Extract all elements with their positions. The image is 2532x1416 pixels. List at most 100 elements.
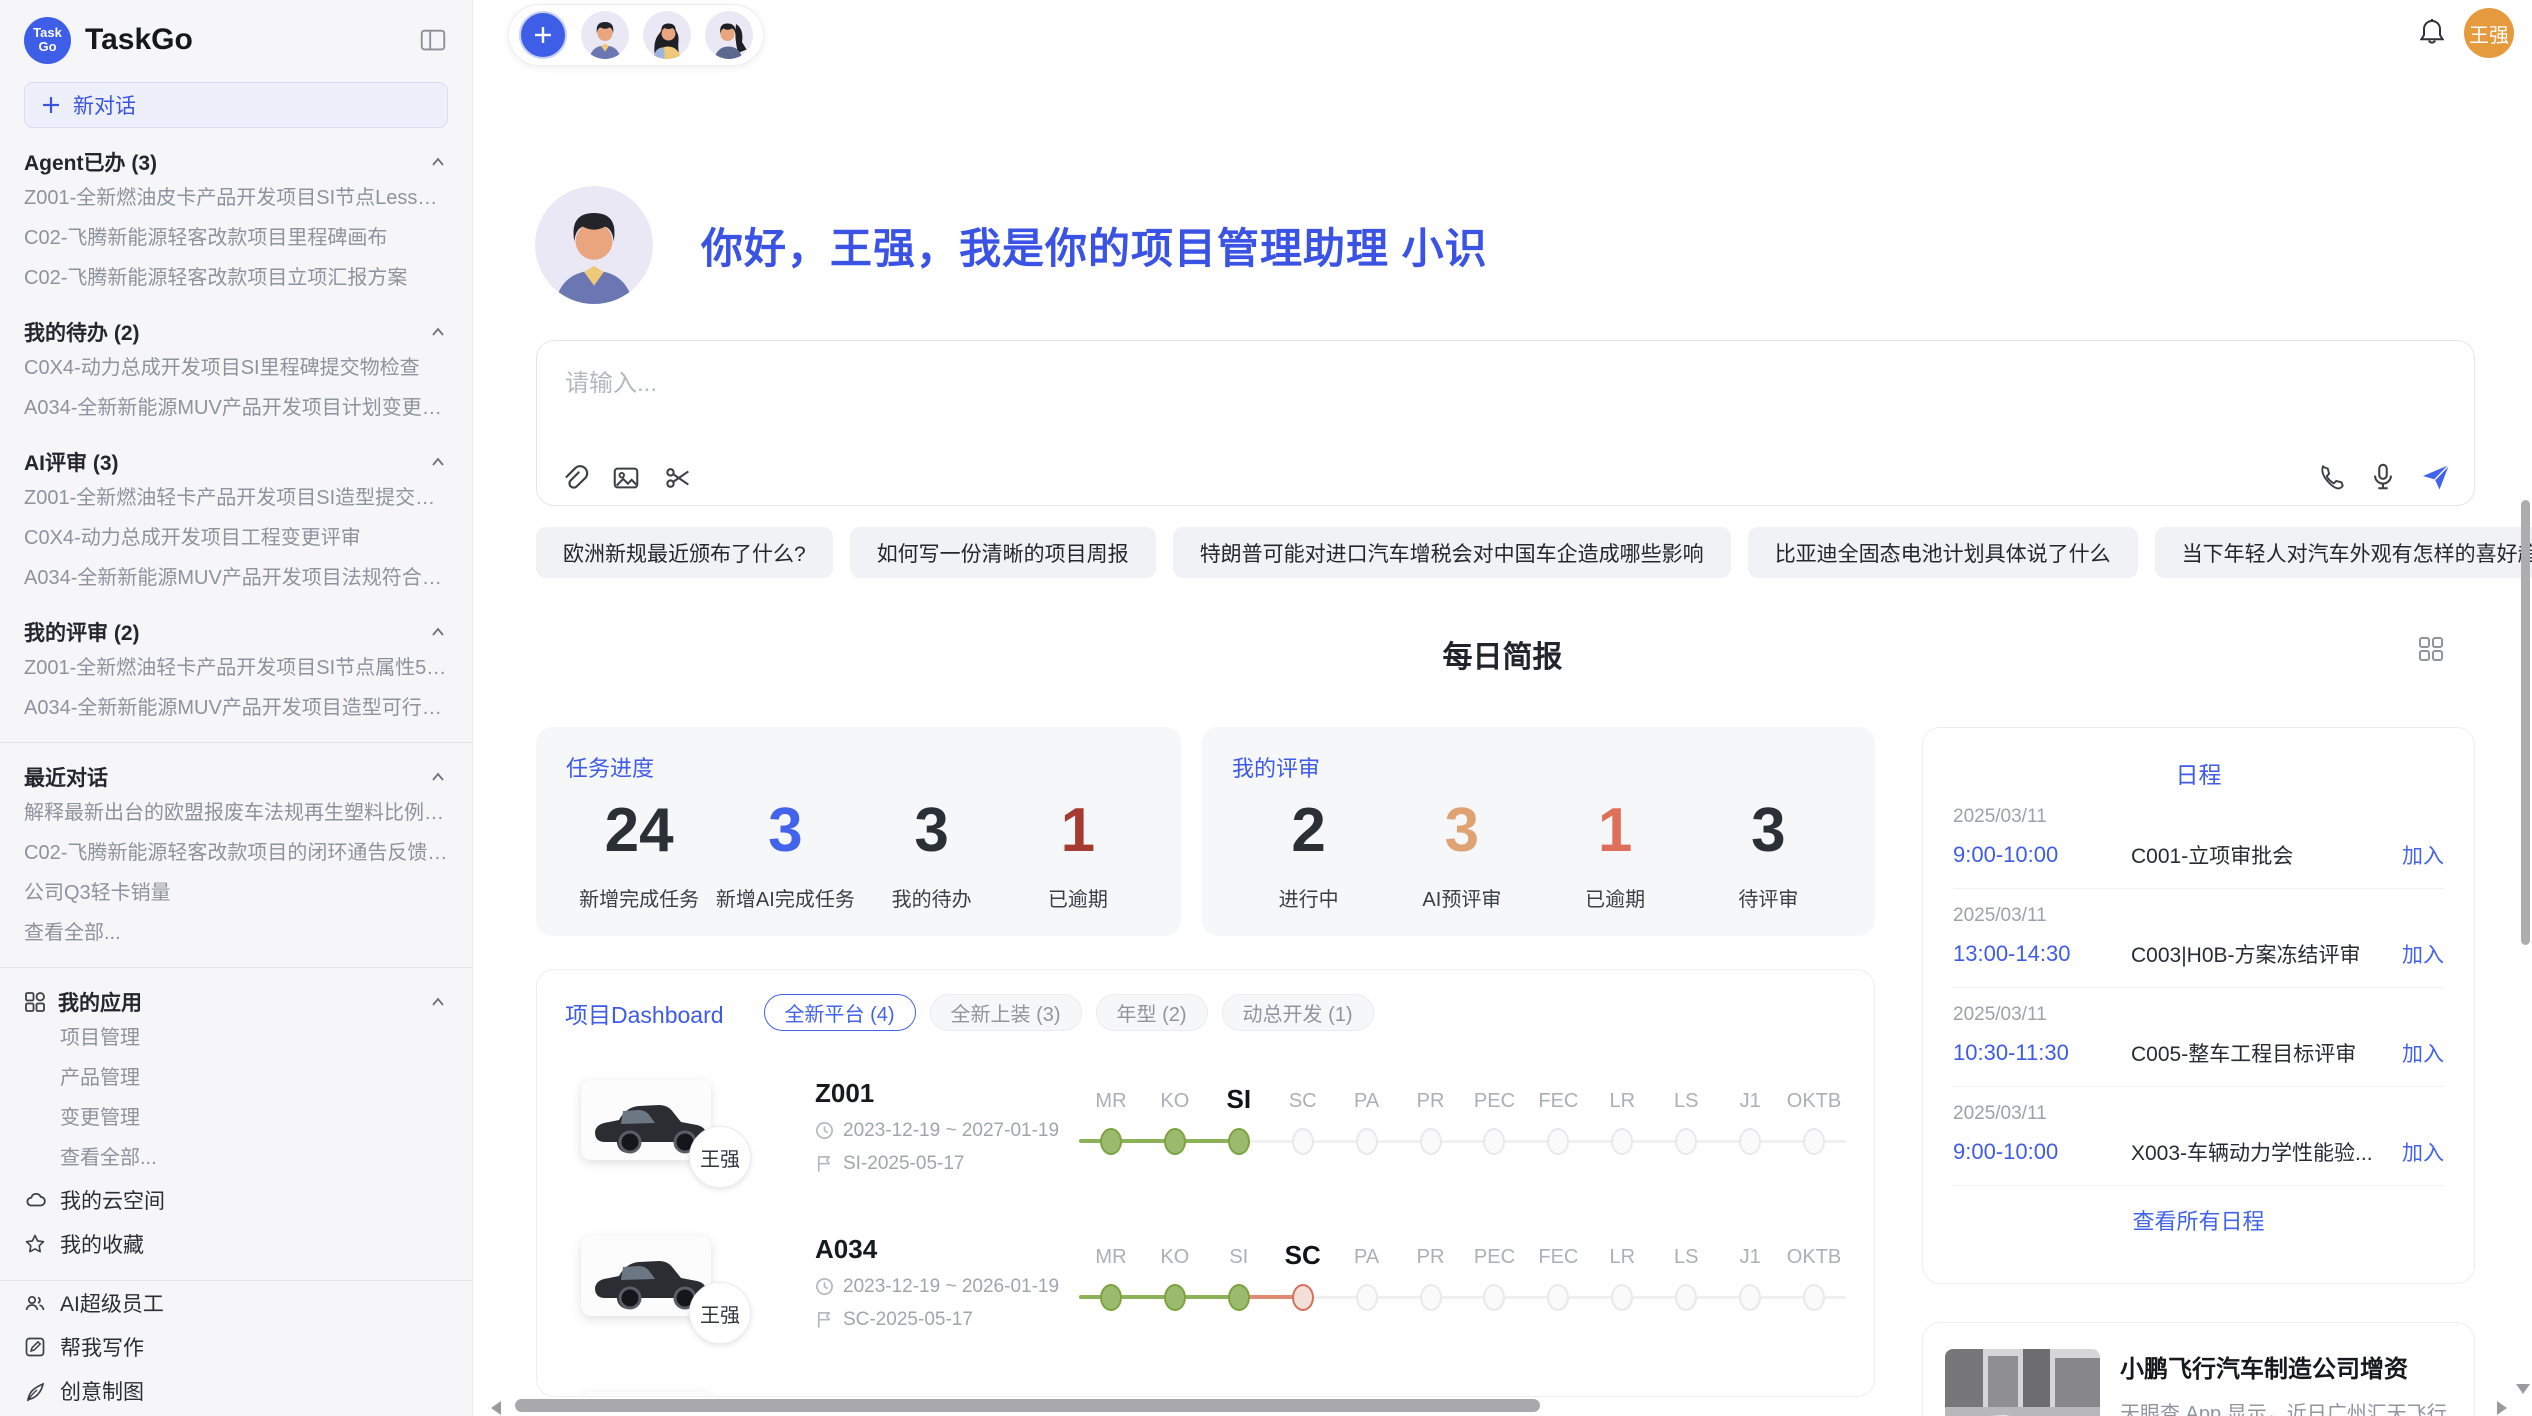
suggestion-chip[interactable]: 当下年轻人对汽车外观有怎样的喜好趋势 — [2155, 527, 2532, 578]
sidebar-tool[interactable]: AI超级员工 — [24, 1281, 448, 1325]
sidebar-section-header[interactable]: 我的待办 (2) — [24, 316, 448, 348]
project-row[interactable]: 王强 A0342023-12-19 ~ 2026-01-19SC-2025-05-… — [565, 1221, 1846, 1343]
milestone-node[interactable] — [1483, 1128, 1505, 1155]
dashboard-tab[interactable]: 年型 (2) — [1096, 994, 1208, 1031]
send-icon[interactable] — [2420, 461, 2452, 493]
notification-bell-icon[interactable] — [2416, 16, 2448, 53]
image-icon[interactable] — [611, 463, 641, 493]
milestone-node[interactable] — [1611, 1284, 1633, 1311]
news-image — [1945, 1349, 2100, 1416]
milestone-node[interactable] — [1100, 1128, 1122, 1155]
milestone-node[interactable] — [1228, 1128, 1250, 1155]
dashboard-tab[interactable]: 动总开发 (1) — [1222, 994, 1374, 1031]
sidebar-section-header[interactable]: Agent已办 (3) — [24, 146, 448, 178]
sidebar-item[interactable]: A034-全新新能源MUV产品开发项目造型可行性评审 — [24, 688, 448, 728]
milestone-node[interactable] — [1100, 1284, 1122, 1311]
view-all-schedule-link[interactable]: 查看所有日程 — [1953, 1204, 2444, 1236]
sidebar-tool[interactable]: 帮我写作 — [24, 1325, 448, 1369]
milestone-node[interactable] — [1547, 1284, 1569, 1311]
user-avatar[interactable]: 王强 — [2464, 8, 2514, 58]
sidebar-item[interactable]: C02-飞腾新能源轻客改款项目立项汇报方案 — [24, 258, 448, 298]
attachment-paperclip-icon[interactable] — [559, 463, 589, 493]
milestone-node[interactable] — [1739, 1128, 1761, 1155]
schedule-join-link[interactable]: 加入 — [2402, 1038, 2444, 1068]
suggestion-chip[interactable]: 欧洲新规最近颁布了什么? — [536, 527, 833, 578]
dashboard-tab[interactable]: 全新上装 (3) — [930, 994, 1082, 1031]
sidebar-section-header[interactable]: 我的应用 — [24, 986, 448, 1018]
sidebar-section-header[interactable]: 最近对话 — [24, 761, 448, 793]
horizontal-scrollbar[interactable] — [515, 1399, 1540, 1412]
sidebar-tool[interactable]: 创意制图 — [24, 1369, 448, 1413]
news-card[interactable]: 小鹏飞行汽车制造公司增资 天眼查 App 显示，近日广州汇天飞行汽... — [1922, 1322, 2475, 1416]
sidebar-app-item[interactable]: 产品管理 — [24, 1058, 448, 1098]
sidebar-section-header[interactable]: 我的评审 (2) — [24, 616, 448, 648]
milestone-node[interactable] — [1803, 1128, 1825, 1155]
milestone-node[interactable] — [1164, 1284, 1186, 1311]
milestone-node[interactable] — [1739, 1284, 1761, 1311]
sidebar-item[interactable]: C0X4-动力总成开发项目工程变更评审 — [24, 518, 448, 558]
milestone-node[interactable] — [1420, 1128, 1442, 1155]
sidebar-item[interactable]: C02-飞腾新能源轻客改款项目的闭环通告反馈情况 — [24, 833, 448, 873]
schedule-join-link[interactable]: 加入 — [2402, 840, 2444, 870]
schedule-join-link[interactable]: 加入 — [2402, 939, 2444, 969]
suggestion-chip[interactable]: 比亚迪全固态电池计划具体说了什么 — [1748, 527, 2138, 578]
sidebar-item[interactable]: Z001-全新燃油轻卡产品开发项目SI造型提交物评审 — [24, 478, 448, 518]
milestone-node[interactable] — [1356, 1128, 1378, 1155]
sidebar-item[interactable]: C0X4-动力总成开发项目SI里程碑提交物检查 — [24, 348, 448, 388]
suggestion-chip[interactable]: 如何写一份清晰的项目周报 — [850, 527, 1156, 578]
sidebar-view-all[interactable]: 查看全部... — [24, 913, 448, 953]
milestone-label: LS — [1674, 1090, 1698, 1113]
sidebar-view-all[interactable]: 查看全部... — [24, 1138, 448, 1178]
milestone-node[interactable] — [1675, 1284, 1697, 1311]
microphone-icon[interactable] — [2368, 462, 2398, 492]
add-agent-button[interactable] — [519, 11, 567, 59]
sidebar-collapse-icon[interactable] — [418, 25, 448, 55]
schedule-time: 9:00-10:00 — [1953, 842, 2131, 868]
sidebar-link[interactable]: 我的收藏 — [24, 1222, 448, 1266]
sidebar-item[interactable]: 解释最新出台的欧盟报废车法规再生塑料比例被调至15%... — [24, 793, 448, 833]
milestone-label: MR — [1095, 1090, 1126, 1113]
new-chat-button[interactable]: 新对话 — [24, 82, 448, 128]
milestone-node[interactable] — [1228, 1284, 1250, 1311]
project-row[interactable]: 王强Z0012023-12-19 ~ 2027-01-19SI-2025-05-… — [565, 1065, 1846, 1187]
agent-avatar[interactable] — [643, 11, 691, 59]
milestone-label: MR — [1095, 1246, 1126, 1269]
agent-avatar[interactable] — [705, 11, 753, 59]
scroll-down-arrow[interactable] — [2516, 1384, 2530, 1394]
sidebar-item[interactable]: A034-全新新能源MUV产品开发项目计划变更表编写 — [24, 388, 448, 428]
milestone-node[interactable] — [1420, 1284, 1442, 1311]
milestone-node[interactable] — [1356, 1284, 1378, 1311]
sidebar-app-item[interactable]: 变更管理 — [24, 1098, 448, 1138]
milestone-node[interactable] — [1483, 1284, 1505, 1311]
project-owner-badge: 王强 — [689, 1282, 751, 1344]
sidebar-item[interactable]: C02-飞腾新能源轻客改款项目里程碑画布 — [24, 218, 448, 258]
plus-icon — [41, 95, 61, 115]
scissors-icon[interactable] — [663, 463, 693, 493]
sidebar-item[interactable]: A034-全新新能源MUV产品开发项目法规符合性评审 — [24, 558, 448, 598]
milestone-node[interactable] — [1164, 1128, 1186, 1155]
milestone-node[interactable] — [1292, 1284, 1314, 1311]
scroll-left-arrow[interactable] — [491, 1401, 501, 1415]
sidebar-link[interactable]: 我的云空间 — [24, 1178, 448, 1222]
milestone-node[interactable] — [1292, 1128, 1314, 1155]
sidebar-item[interactable]: Z001-全新燃油皮卡产品开发项目SI节点Lesson Learn报告 — [24, 178, 448, 218]
suggestion-chip[interactable]: 特朗普可能对进口汽车增税会对中国车企造成哪些影响 — [1173, 527, 1731, 578]
milestone-node[interactable] — [1675, 1128, 1697, 1155]
vertical-scrollbar[interactable] — [2521, 500, 2530, 945]
phone-icon[interactable] — [2316, 462, 2346, 492]
sidebar-item[interactable]: 公司Q3轻卡销量 — [24, 873, 448, 913]
clock-icon — [815, 1277, 834, 1296]
layout-grid-icon[interactable] — [2418, 636, 2444, 667]
sidebar-item[interactable]: Z001-全新燃油轻卡产品开发项目SI节点属性5D文件评审 — [24, 648, 448, 688]
scroll-right-arrow[interactable] — [2497, 1401, 2507, 1415]
sidebar-section-header[interactable]: AI评审 (3) — [24, 446, 448, 478]
dashboard-tab[interactable]: 全新平台 (4) — [764, 994, 916, 1031]
milestone-node[interactable] — [1803, 1284, 1825, 1311]
message-input[interactable] — [563, 361, 2263, 451]
milestone-node[interactable] — [1611, 1128, 1633, 1155]
agent-avatar[interactable] — [581, 11, 629, 59]
sidebar-app-item[interactable]: 项目管理 — [24, 1018, 448, 1058]
milestone-node[interactable] — [1547, 1128, 1569, 1155]
project-info: A0342023-12-19 ~ 2026-01-19SC-2025-05-17 — [815, 1234, 1065, 1331]
schedule-join-link[interactable]: 加入 — [2402, 1137, 2444, 1167]
